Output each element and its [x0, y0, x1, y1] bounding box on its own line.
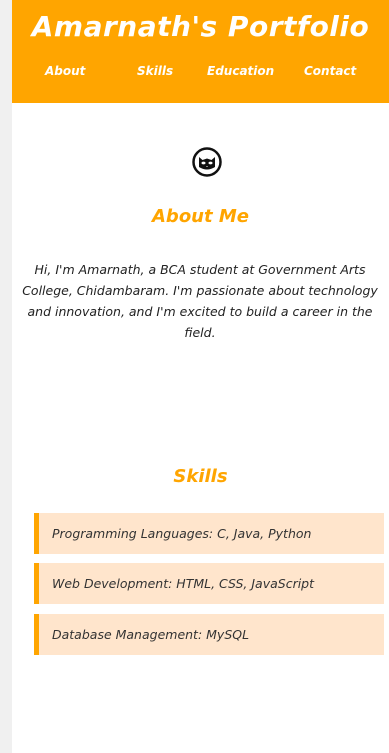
skills-heading: Skills [173, 466, 228, 487]
skill-item-database: Database Management: MySQL [34, 614, 384, 655]
nav-link-about[interactable]: About [45, 64, 85, 78]
about-text: Hi, I'm Amarnath, a BCA student at Gover… [22, 262, 378, 340]
nav-link-education[interactable]: Education [207, 64, 274, 78]
site-header: Amarnath's Portfolio About Skills Educat… [12, 0, 389, 103]
page: Amarnath's Portfolio About Skills Educat… [0, 0, 389, 753]
about-heading: About Me [152, 206, 249, 227]
cat-face-icon [192, 147, 222, 177]
skill-item-programming: Programming Languages: C, Java, Python [34, 513, 384, 554]
nav-link-contact[interactable]: Contact [304, 64, 356, 78]
main-nav: About Skills Education Contact [12, 64, 389, 84]
nav-link-skills[interactable]: Skills [137, 64, 173, 78]
skill-item-web-development: Web Development: HTML, CSS, JavaScript [34, 563, 384, 604]
main-content: About Me Hi, I'm Amarnath, a BCA student… [12, 103, 389, 753]
site-title: Amarnath's Portfolio [31, 10, 370, 43]
